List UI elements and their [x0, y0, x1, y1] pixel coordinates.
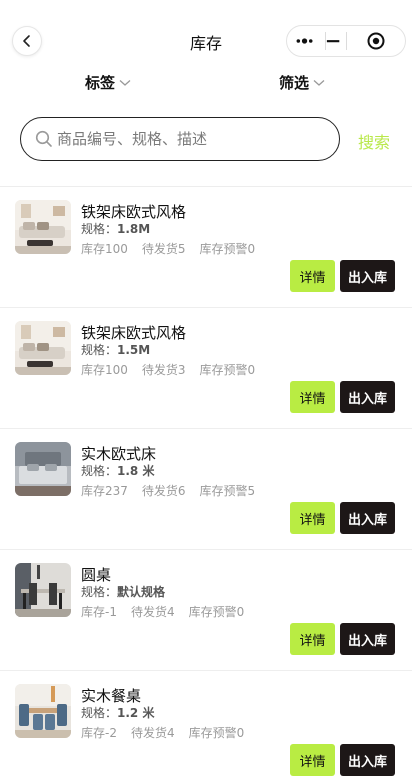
- chevron-down-icon: [119, 79, 131, 86]
- search-box: [20, 117, 340, 161]
- product-thumbnail[interactable]: [15, 442, 71, 496]
- pending-shipment: 待发货3: [141, 363, 186, 377]
- target-icon: [367, 32, 385, 50]
- product-image: [15, 442, 71, 496]
- spec-label: 规格：: [81, 706, 118, 720]
- spec-value: 1.5M: [117, 343, 151, 357]
- mini-program-capsule: [286, 25, 406, 57]
- spec-value: 1.8 米: [117, 464, 155, 478]
- product-thumbnail[interactable]: [15, 684, 71, 738]
- stock-warning: 库存预警0: [188, 726, 245, 740]
- stock-warning: 库存预警5: [199, 484, 256, 498]
- detail-button[interactable]: 详情: [290, 502, 335, 534]
- tags-filter-dropdown[interactable]: 标签: [85, 72, 131, 93]
- pending-shipment: 待发货4: [130, 726, 175, 740]
- screen-filter-dropdown[interactable]: 筛选: [279, 72, 325, 93]
- spec-label: 规格：: [81, 464, 118, 478]
- stock-in-out-button[interactable]: 出入库: [340, 260, 395, 292]
- stock-in-out-button[interactable]: 出入库: [340, 381, 395, 413]
- minus-icon[interactable]: [326, 36, 340, 46]
- search-input[interactable]: [57, 130, 317, 148]
- product-item[interactable]: 铁架床欧式风格 规格：1.8M 库存100 待发货5 库存预警0 详情 出入库: [0, 187, 412, 308]
- product-name: 实木餐桌: [81, 687, 142, 705]
- stock-warning: 库存预警0: [188, 605, 245, 619]
- product-stats: 库存-2 待发货4 库存预警0: [81, 724, 258, 741]
- spec-label: 规格：: [81, 343, 118, 357]
- product-spec: 规格：1.5M: [81, 341, 150, 358]
- stock-in-out-button[interactable]: 出入库: [340, 744, 395, 776]
- tags-filter-label: 标签: [85, 74, 116, 92]
- stock-count: 库存-1: [81, 605, 117, 619]
- product-stats: 库存-1 待发货4 库存预警0: [81, 603, 258, 620]
- product-item[interactable]: 圆桌 规格：默认规格 库存-1 待发货4 库存预警0 详情 出入库: [0, 550, 412, 671]
- pending-shipment: 待发货6: [141, 484, 186, 498]
- product-image: [15, 684, 71, 738]
- stock-count: 库存100: [81, 363, 128, 377]
- product-image: [15, 200, 71, 254]
- close-program-button[interactable]: [347, 26, 405, 56]
- product-thumbnail[interactable]: [15, 321, 71, 375]
- product-list: 铁架床欧式风格 规格：1.8M 库存100 待发货5 库存预警0 详情 出入库 …: [0, 187, 412, 777]
- filter-row: 标签 筛选: [0, 72, 412, 96]
- spec-value: 1.2 米: [117, 706, 155, 720]
- product-spec: 规格：1.8 米: [81, 462, 154, 479]
- spec-value: 1.8M: [117, 222, 151, 236]
- detail-button[interactable]: 详情: [290, 260, 335, 292]
- product-image: [15, 321, 71, 375]
- detail-button[interactable]: 详情: [290, 744, 335, 776]
- stock-in-out-button[interactable]: 出入库: [340, 623, 395, 655]
- pending-shipment: 待发货4: [130, 605, 175, 619]
- screen-filter-label: 筛选: [279, 74, 310, 92]
- search-icon: [35, 130, 52, 147]
- product-stats: 库存100 待发货3 库存预警0: [81, 361, 269, 378]
- stock-count: 库存100: [81, 242, 128, 256]
- product-thumbnail[interactable]: [15, 200, 71, 254]
- product-stats: 库存237 待发货6 库存预警5: [81, 482, 269, 499]
- stock-count: 库存-2: [81, 726, 117, 740]
- product-stats: 库存100 待发货5 库存预警0: [81, 240, 269, 257]
- detail-button[interactable]: 详情: [290, 381, 335, 413]
- product-name: 圆桌: [81, 566, 112, 584]
- spec-label: 规格：: [81, 222, 118, 236]
- more-dots-icon: [296, 38, 313, 44]
- product-thumbnail[interactable]: [15, 563, 71, 617]
- header: 库存: [0, 0, 412, 80]
- search-button[interactable]: 搜索: [358, 129, 390, 153]
- stock-in-out-button[interactable]: 出入库: [340, 502, 395, 534]
- stock-count: 库存237: [81, 484, 128, 498]
- detail-button[interactable]: 详情: [290, 623, 335, 655]
- product-name: 实木欧式床: [81, 445, 157, 463]
- chevron-down-icon: [313, 79, 325, 86]
- product-item[interactable]: 实木餐桌 规格：1.2 米 库存-2 待发货4 库存预警0 详情 出入库: [0, 671, 412, 777]
- spec-label: 规格：: [81, 585, 118, 599]
- pending-shipment: 待发货5: [141, 242, 186, 256]
- spec-value: 默认规格: [117, 585, 166, 599]
- product-name: 铁架床欧式风格: [81, 203, 187, 221]
- more-menu-button[interactable]: [287, 26, 346, 56]
- product-image: [15, 563, 71, 617]
- stock-warning: 库存预警0: [199, 363, 256, 377]
- stock-warning: 库存预警0: [199, 242, 256, 256]
- product-spec: 规格：1.8M: [81, 220, 150, 237]
- product-name: 铁架床欧式风格: [81, 324, 187, 342]
- product-item[interactable]: 铁架床欧式风格 规格：1.5M 库存100 待发货3 库存预警0 详情 出入库: [0, 308, 412, 429]
- product-spec: 规格：1.2 米: [81, 704, 154, 721]
- product-item[interactable]: 实木欧式床 规格：1.8 米 库存237 待发货6 库存预警5 详情 出入库: [0, 429, 412, 550]
- product-spec: 规格：默认规格: [81, 583, 165, 600]
